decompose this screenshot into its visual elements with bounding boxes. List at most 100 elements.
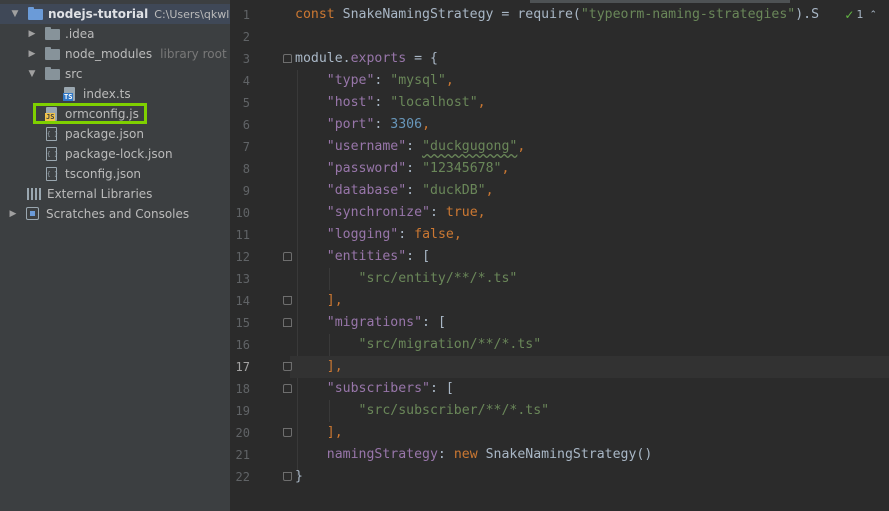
token-punct: ,	[477, 95, 486, 110]
scratches-icon	[26, 207, 42, 221]
chevron-down-icon[interactable]: ▼	[27, 69, 37, 79]
code-line[interactable]: namingStrategy: new SnakeNamingStrategy(…	[295, 444, 889, 466]
tree-item-external-libraries[interactable]: External Libraries	[0, 184, 230, 204]
token-identifier: ).S	[795, 7, 820, 22]
code-line[interactable]: "type": "mysql",	[295, 70, 889, 92]
fold-marker-icon[interactable]	[283, 384, 292, 393]
fold-marker-icon[interactable]	[283, 472, 292, 481]
code-line[interactable]: module.exports = {	[295, 48, 889, 70]
code-line[interactable]: "src/migration/**/*.ts"	[295, 334, 889, 356]
token-identifier: SnakeNamingStrategy = require(	[334, 7, 581, 22]
horizontal-scrollbar[interactable]	[530, 0, 790, 3]
json-file-icon	[45, 127, 61, 141]
code-line[interactable]: "host": "localhost",	[295, 92, 889, 114]
code-editor[interactable]: ✓ 1 ⌃ const SnakeNamingStrategy = requir…	[230, 0, 889, 511]
tree-root-label: nodejs-tutorial	[48, 7, 149, 21]
fold-marker-icon[interactable]	[283, 54, 292, 63]
vertical-scrollbar[interactable]	[879, 0, 889, 511]
tree-item-scratches[interactable]: ▶ Scratches and Consoles	[0, 204, 230, 224]
tree-item-idea[interactable]: ▶ .idea	[0, 24, 230, 44]
tree-item-package-lock-json[interactable]: package-lock.json	[0, 144, 230, 164]
code-line[interactable]: "subscribers": [	[295, 378, 889, 400]
token-punct: ,	[453, 227, 462, 242]
code-line[interactable]: "logging": false,	[295, 224, 889, 246]
fold-marker-icon[interactable]	[283, 362, 292, 371]
chevron-right-icon[interactable]: ▶	[27, 49, 37, 59]
token-string: "typeorm-naming-strategies"	[580, 7, 796, 22]
project-tree-panel: ▼ nodejs-tutorial C:\Users\qkwl5 ▶ .idea…	[0, 0, 230, 511]
tree-item-src[interactable]: ▼ src	[0, 64, 230, 84]
token-number: 3306	[390, 117, 423, 132]
token-punct: :	[429, 205, 446, 220]
code-line[interactable]: "password": "12345678",	[295, 158, 889, 180]
code-line[interactable]: ],	[295, 290, 889, 312]
chevron-down-icon[interactable]: ▼	[10, 9, 20, 19]
code-line[interactable]: "src/subscriber/**/*.ts"	[295, 400, 889, 422]
token-keyword: new	[453, 447, 478, 462]
token-punct: [	[422, 249, 431, 264]
code-line[interactable]: "src/entity/**/*.ts"	[295, 268, 889, 290]
token-key: "host"	[326, 95, 375, 110]
token-punct: }	[295, 469, 303, 484]
token-punct: :	[374, 95, 391, 110]
token-punct: ,	[477, 205, 486, 220]
token-key: "logging"	[326, 227, 399, 242]
tree-root-path: C:\Users\qkwl5	[154, 7, 230, 21]
token-punct: ],	[326, 359, 343, 374]
line-number: 5	[242, 96, 250, 110]
token-punct: ],	[326, 425, 343, 440]
chevron-right-icon[interactable]: ▶	[27, 29, 37, 39]
chevron-right-icon[interactable]: ▶	[8, 209, 18, 219]
token-keyword: false	[414, 227, 454, 242]
token-punct: ,	[517, 139, 526, 154]
token-keyword: const	[295, 7, 335, 22]
code-line[interactable]: "synchronize": true,	[295, 202, 889, 224]
code-line-current[interactable]: ],	[290, 356, 889, 378]
tree-item-label: src	[65, 67, 83, 81]
line-number: 22	[235, 470, 250, 484]
token-keyword: true	[445, 205, 478, 220]
line-number: 19	[235, 404, 250, 418]
code-line[interactable]: "entities": [	[295, 246, 889, 268]
fold-marker-icon[interactable]	[283, 318, 292, 327]
fold-marker-icon[interactable]	[283, 252, 292, 261]
token-string: "src/entity/**/*.ts"	[358, 271, 518, 286]
code-line[interactable]: ],	[295, 422, 889, 444]
token-key: "synchronize"	[326, 205, 430, 220]
token-punct: :	[398, 227, 415, 242]
code-line[interactable]: "database": "duckDB",	[295, 180, 889, 202]
code-line[interactable]: "migrations": [	[295, 312, 889, 334]
code-line[interactable]: "port": 3306,	[295, 114, 889, 136]
token-string: "mysql"	[390, 73, 446, 88]
line-number: 15	[235, 316, 250, 330]
tree-item-node-modules[interactable]: ▶ node_modules library root	[0, 44, 230, 64]
token-key: "port"	[326, 117, 375, 132]
token-punct: ,	[445, 73, 454, 88]
token-punct: ,	[485, 183, 494, 198]
line-number: 12	[235, 250, 250, 264]
line-number: 17	[235, 360, 250, 374]
token-punct: [	[437, 315, 446, 330]
token-key: "subscribers"	[326, 381, 430, 396]
fold-marker-icon[interactable]	[283, 428, 292, 437]
token-property: exports	[350, 51, 407, 66]
token-punct: :	[422, 315, 438, 330]
tree-item-tsconfig-json[interactable]: tsconfig.json	[0, 164, 230, 184]
line-number: 11	[235, 228, 250, 242]
folder-icon	[45, 47, 61, 61]
javascript-file-icon: JS	[45, 107, 61, 121]
tree-item-index-ts[interactable]: TS index.ts	[0, 84, 230, 104]
token-punct: :	[374, 117, 391, 132]
token-punct: = {	[406, 51, 438, 66]
tree-item-ormconfig-js[interactable]: JS ormconfig.js	[0, 104, 230, 124]
code-line[interactable]: const SnakeNamingStrategy = require("typ…	[295, 4, 889, 26]
token-key: "entities"	[326, 249, 407, 264]
code-line[interactable]: "username": "duckgugong",	[295, 136, 889, 158]
library-icon	[27, 187, 43, 201]
code-line[interactable]: }	[295, 466, 889, 488]
token-punct: ],	[326, 293, 343, 308]
tree-root-row[interactable]: ▼ nodejs-tutorial C:\Users\qkwl5	[0, 4, 230, 24]
fold-marker-icon[interactable]	[283, 296, 292, 305]
tree-item-package-json[interactable]: package.json	[0, 124, 230, 144]
line-number: 8	[242, 162, 250, 176]
